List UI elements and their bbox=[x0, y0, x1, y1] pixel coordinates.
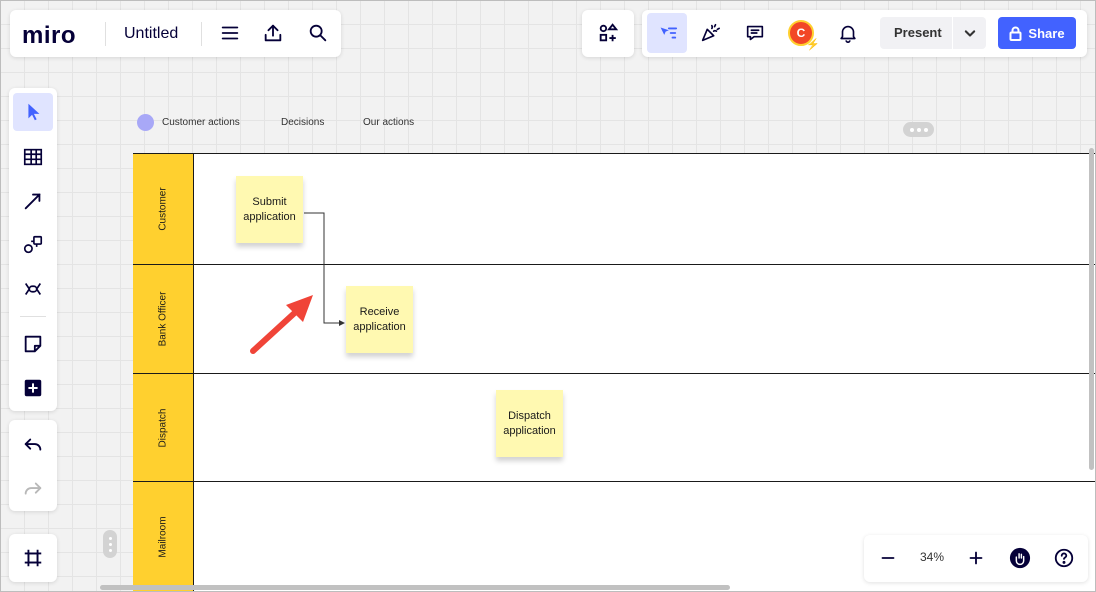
arrow-line-icon bbox=[24, 193, 41, 210]
help-icon bbox=[1054, 548, 1074, 568]
notifications-button[interactable] bbox=[831, 16, 865, 50]
divider bbox=[105, 22, 106, 46]
share-button[interactable]: Share bbox=[998, 17, 1076, 49]
frames-button[interactable] bbox=[13, 539, 53, 577]
cursor-filter-icon bbox=[660, 27, 678, 39]
comment-icon bbox=[746, 25, 764, 41]
apps-panel bbox=[582, 10, 634, 57]
mind-map-icon bbox=[24, 283, 42, 295]
redo-button[interactable] bbox=[13, 470, 53, 508]
zoom-panel bbox=[864, 535, 1088, 582]
minus-icon bbox=[881, 557, 895, 559]
lane-label: Bank Officer bbox=[157, 291, 169, 347]
select-tool[interactable] bbox=[13, 93, 53, 131]
legend-our-actions[interactable]: Our actions bbox=[363, 117, 414, 128]
shapes-tool[interactable] bbox=[13, 226, 53, 264]
sticky-note[interactable]: Receive application bbox=[346, 286, 413, 353]
sticky-note[interactable]: Dispatch application bbox=[496, 390, 563, 457]
legend-customer-actions[interactable]: Customer actions bbox=[162, 117, 240, 128]
horizontal-scrollbar[interactable] bbox=[100, 585, 730, 590]
search-button[interactable] bbox=[301, 16, 335, 50]
legend-decisions[interactable]: Decisions bbox=[281, 117, 324, 128]
lane-label: Mailroom bbox=[157, 516, 169, 558]
table-tool[interactable] bbox=[13, 138, 53, 176]
shapes-plus-icon bbox=[599, 23, 619, 42]
legend-color-swatch bbox=[137, 114, 154, 131]
zoom-level[interactable]: 34% bbox=[912, 550, 952, 564]
divider bbox=[20, 316, 46, 317]
search-icon bbox=[309, 24, 327, 42]
zoom-out-button[interactable] bbox=[871, 541, 905, 575]
lane-label: Dispatch bbox=[157, 408, 169, 447]
table-icon bbox=[23, 148, 43, 166]
toolbar-drag-handle[interactable] bbox=[103, 530, 117, 558]
board-header-panel: miro Untitled bbox=[10, 10, 341, 57]
redo-icon bbox=[24, 482, 42, 495]
upload-icon bbox=[264, 24, 282, 42]
more-options-pill[interactable] bbox=[903, 122, 934, 137]
present-label: Present bbox=[894, 25, 942, 40]
frame-icon bbox=[24, 549, 42, 567]
sticky-note[interactable]: Submit application bbox=[236, 176, 303, 243]
chevron-down-icon[interactable] bbox=[960, 23, 980, 43]
party-popper-icon bbox=[701, 23, 720, 42]
follow-cursor-button[interactable] bbox=[647, 13, 687, 53]
reactions-button[interactable] bbox=[693, 16, 727, 50]
swimlane-bank-officer[interactable]: Bank Officer bbox=[133, 264, 1096, 373]
miro-logo[interactable]: miro bbox=[22, 22, 76, 50]
present-button[interactable]: Present bbox=[880, 17, 986, 49]
lightning-icon: ⚡ bbox=[806, 39, 820, 51]
vertical-scrollbar[interactable] bbox=[1089, 148, 1094, 470]
shapes-icon bbox=[23, 235, 43, 254]
share-label: Share bbox=[1028, 25, 1065, 41]
plus-icon bbox=[969, 551, 983, 565]
undo-button[interactable] bbox=[13, 426, 53, 464]
mind-map-tool[interactable] bbox=[13, 270, 53, 308]
lane-header[interactable]: Dispatch bbox=[133, 374, 194, 481]
plus-square-icon bbox=[24, 379, 42, 397]
swimlane-dispatch[interactable]: Dispatch bbox=[133, 373, 1096, 481]
lock-icon bbox=[1009, 26, 1022, 41]
sticky-note-icon bbox=[24, 335, 42, 353]
zoom-in-button[interactable] bbox=[959, 541, 993, 575]
more-tools-button[interactable] bbox=[13, 369, 53, 407]
sticky-note-tool[interactable] bbox=[13, 325, 53, 363]
cursor-icon bbox=[28, 103, 40, 121]
lane-header[interactable]: Customer bbox=[133, 154, 194, 264]
connection-line-tool[interactable] bbox=[13, 182, 53, 220]
divider bbox=[201, 22, 202, 46]
board-title[interactable]: Untitled bbox=[120, 23, 182, 45]
lane-header[interactable]: Mailroom bbox=[133, 482, 194, 592]
fit-to-screen-button[interactable] bbox=[1003, 541, 1037, 575]
hand-icon bbox=[1009, 547, 1031, 569]
export-button[interactable] bbox=[256, 16, 290, 50]
lane-header[interactable]: Bank Officer bbox=[133, 265, 194, 373]
main-menu-button[interactable] bbox=[213, 16, 247, 50]
hamburger-menu-icon bbox=[221, 26, 239, 40]
undo-icon bbox=[24, 438, 42, 451]
lane-label: Customer bbox=[157, 187, 169, 231]
comments-button[interactable] bbox=[738, 16, 772, 50]
divider bbox=[952, 17, 953, 49]
bell-icon bbox=[840, 25, 856, 43]
apps-button[interactable] bbox=[591, 16, 625, 50]
help-button[interactable] bbox=[1047, 541, 1081, 575]
